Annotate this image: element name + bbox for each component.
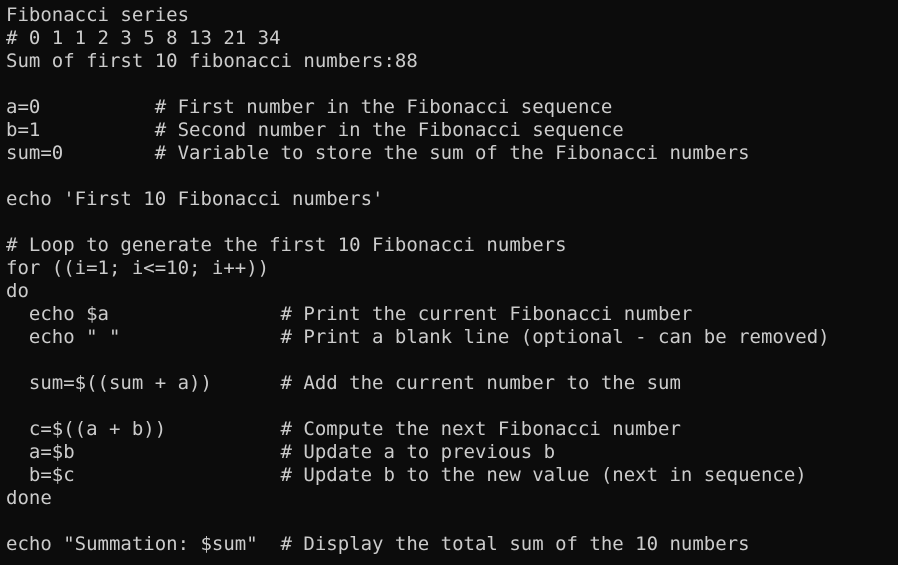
- terminal-line-15: echo " " # Print a blank line (optional …: [6, 326, 830, 348]
- terminal-line-9: echo 'First 10 Fibonacci numbers': [6, 188, 384, 210]
- terminal-line-11: # Loop to generate the first 10 Fibonacc…: [6, 234, 567, 256]
- terminal-line-2: # 0 1 1 2 3 5 8 13 21 34: [6, 27, 281, 49]
- terminal-line-19: c=$((a + b)) # Compute the next Fibonacc…: [6, 418, 681, 440]
- terminal-line-17: sum=$((sum + a)) # Add the current numbe…: [6, 372, 681, 394]
- terminal-line-12: for ((i=1; i<=10; i++)): [6, 257, 270, 279]
- terminal-line-13: do: [6, 280, 29, 302]
- terminal-line-23: [6, 510, 898, 533]
- terminal-line-20: a=$b # Update a to previous b: [6, 441, 556, 463]
- terminal-line-22: done: [6, 487, 52, 509]
- terminal-line-3: Sum of first 10 fibonacci numbers:88: [6, 50, 418, 72]
- terminal-line-6: b=1 # Second number in the Fibonacci seq…: [6, 119, 624, 141]
- terminal-line-21: b=$c # Update b to the new value (next i…: [6, 464, 807, 486]
- terminal-line-4: [6, 73, 898, 96]
- terminal-line-10: [6, 211, 898, 234]
- terminal-line-18: [6, 395, 898, 418]
- terminal-line-1: Fibonacci series: [6, 4, 190, 26]
- terminal-line-14: echo $a # Print the current Fibonacci nu…: [6, 303, 693, 325]
- terminal-line-24: echo "Summation: $sum" # Display the tot…: [6, 533, 750, 555]
- terminal-line-8: [6, 165, 898, 188]
- terminal-line-16: [6, 349, 898, 372]
- terminal-line-7: sum=0 # Variable to store the sum of the…: [6, 142, 750, 164]
- terminal-window[interactable]: Fibonacci series # 0 1 1 2 3 5 8 13 21 3…: [0, 0, 898, 565]
- terminal-line-5: a=0 # First number in the Fibonacci sequ…: [6, 96, 613, 118]
